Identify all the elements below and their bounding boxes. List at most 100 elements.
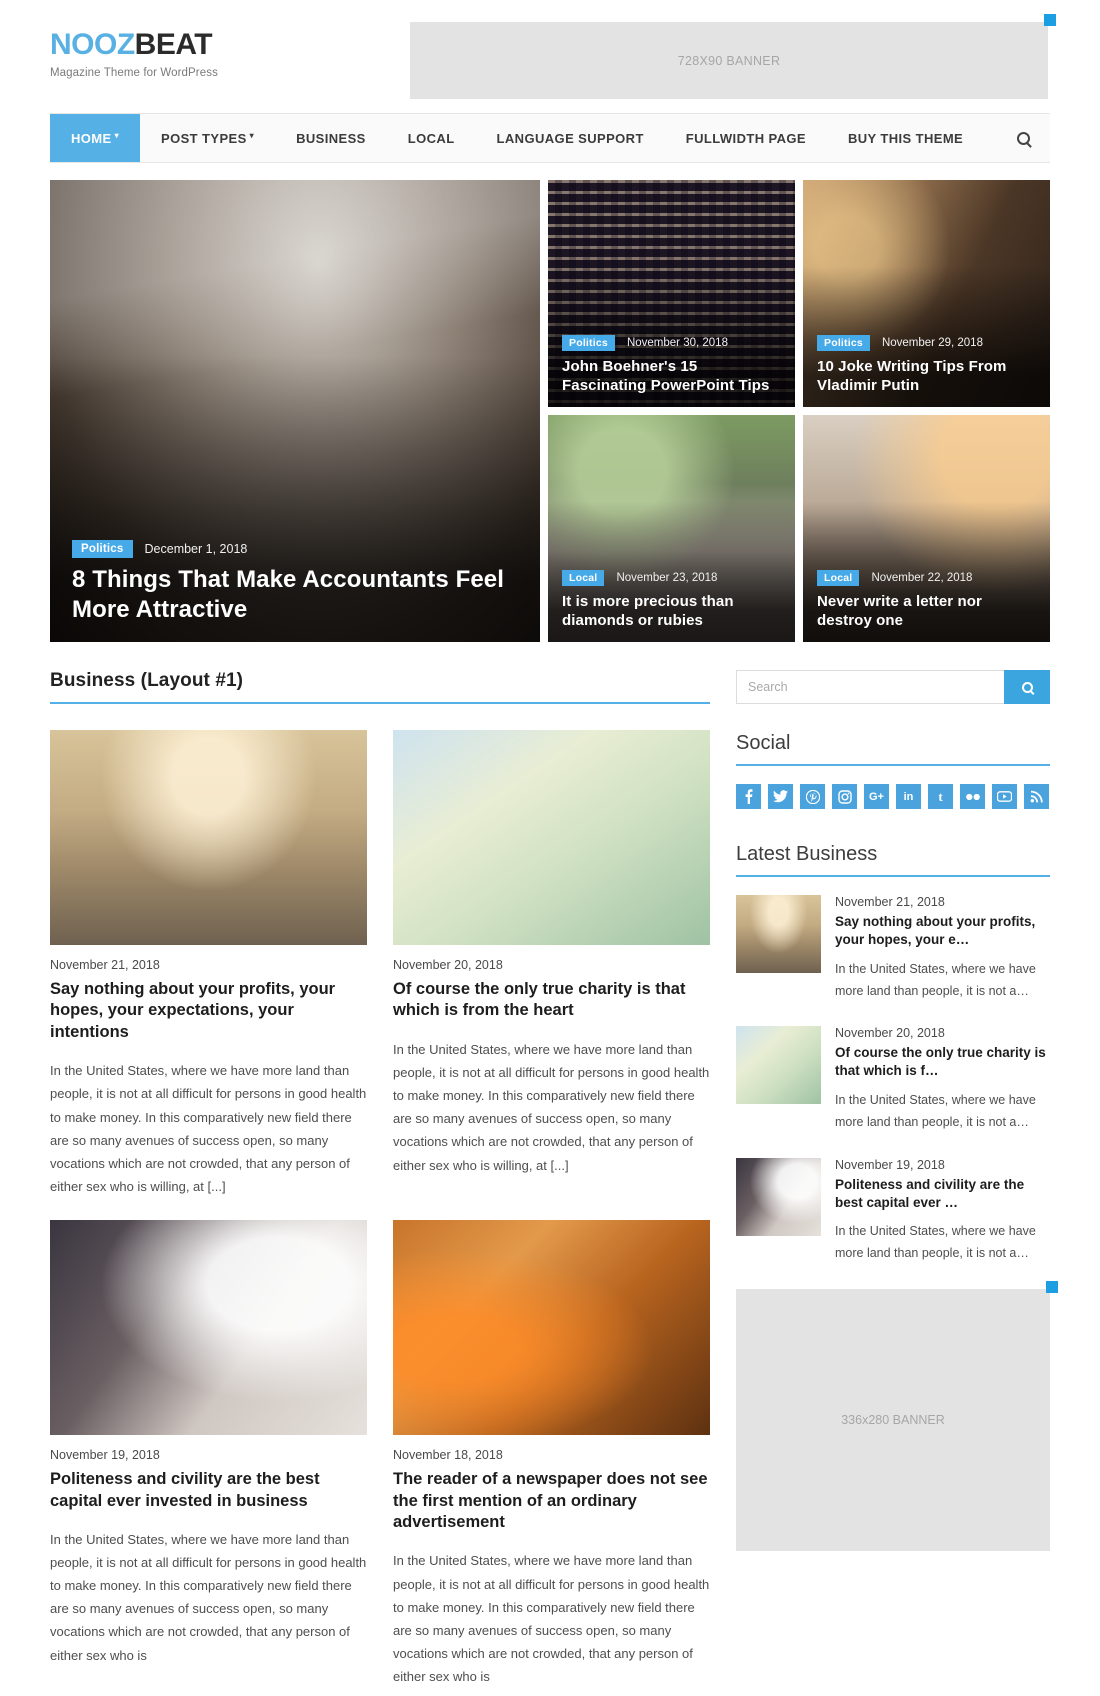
post-date: November 21, 2018 (50, 958, 160, 972)
nav-label: BUY THIS THEME (847, 130, 964, 146)
post-date: November 22, 2018 (871, 572, 973, 585)
post-title[interactable]: Politeness and civility are the best cap… (50, 1469, 367, 1512)
post-date: November 20, 2018 (835, 1026, 945, 1041)
post-image-station (50, 730, 367, 945)
google-plus-icon[interactable]: G+ (864, 784, 889, 809)
flickr-icon[interactable] (960, 784, 985, 809)
post-date: November 30, 2018 (626, 337, 728, 350)
post-thumbnail[interactable] (393, 730, 710, 945)
post-card[interactable]: November 20, 2018 Of course the only tru… (393, 730, 710, 1198)
logo-secondary: BEAT (134, 28, 213, 61)
category-badge[interactable]: Local (817, 570, 860, 587)
post-title[interactable]: Say nothing about your profits, your hop… (835, 913, 1050, 949)
post-thumbnail[interactable] (50, 730, 367, 945)
post-excerpt: In the United States, where we have more… (50, 1063, 367, 1194)
featured-main-tile[interactable]: Politics December 1, 2018 8 Things That … (50, 180, 540, 642)
category-badge[interactable]: Politics (72, 540, 133, 559)
nav-label: POST TYPES (161, 130, 247, 146)
post-title[interactable]: John Boehner's 15 Fascinating PowerPoint… (562, 358, 781, 395)
latest-post-thumbnail[interactable] (736, 895, 821, 973)
post-thumbnail[interactable] (50, 1220, 367, 1436)
post-thumbnail[interactable] (393, 1220, 710, 1436)
post-image-money (736, 1026, 821, 1105)
main-navigation: HOME ▾ POST TYPES ▾ BUSINESS LOCAL LANGUAG… (50, 113, 1050, 163)
logo-primary: NOOZ (50, 28, 135, 61)
youtube-icon[interactable] (992, 784, 1017, 809)
post-title[interactable]: Of course the only true charity is that … (835, 1044, 1050, 1080)
linkedin-icon[interactable]: in (896, 784, 921, 809)
featured-tile-3[interactable]: Local November 23, 2018 It is more preci… (548, 415, 795, 642)
widget-title-social: Social (736, 732, 1050, 766)
post-card[interactable]: November 19, 2018 Politeness and civilit… (50, 1220, 367, 1688)
post-title[interactable]: Say nothing about your profits, your hop… (50, 979, 367, 1043)
nav-label: BUSINESS (296, 130, 366, 146)
category-badge[interactable]: Local (562, 570, 605, 587)
site-header: NOOZBEAT Magazine Theme for WordPress 72… (50, 0, 1056, 113)
facebook-icon[interactable] (736, 784, 761, 809)
featured-post-title[interactable]: 8 Things That Make Accountants Feel More… (72, 565, 518, 624)
rss-icon[interactable] (1024, 784, 1049, 809)
nav-label: FULLWIDTH PAGE (685, 130, 806, 146)
post-date: November 23, 2018 (616, 572, 718, 585)
nav-label: LOCAL (407, 130, 455, 146)
social-icons: G+ in t (736, 784, 1050, 809)
post-card[interactable]: November 18, 2018 The reader of a newspa… (393, 1220, 710, 1688)
featured-tile-1[interactable]: Politics November 30, 2018 John Boehner'… (548, 180, 795, 407)
nav-item-home[interactable]: HOME ▾ (50, 114, 141, 162)
post-title[interactable]: Politeness and civility are the best cap… (835, 1176, 1050, 1212)
category-badge[interactable]: Politics (817, 335, 870, 352)
post-title[interactable]: 10 Joke Writing Tips From Vladimir Putin (817, 358, 1036, 395)
post-image-newspaper (736, 1157, 821, 1236)
nav-search-toggle[interactable] (997, 114, 1050, 162)
nav-item-buy-this-theme[interactable]: BUY THIS THEME (827, 114, 984, 162)
site-tagline: Magazine Theme for WordPress (50, 67, 218, 79)
latest-post-item[interactable]: November 20, 2018 Of course the only tru… (736, 1026, 1050, 1133)
post-title[interactable]: Of course the only true charity is that … (393, 979, 710, 1022)
post-grid: November 21, 2018 Say nothing about your… (50, 730, 710, 1688)
chevron-down-icon: ▾ (114, 130, 120, 140)
post-excerpt: In the United States, where we have more… (835, 1093, 1036, 1129)
banner-corner-marker (1046, 1281, 1058, 1294)
sidebar: Social G+ in t Latest Business Novem (736, 670, 1058, 1552)
post-title[interactable]: It is more precious than diamonds or rub… (562, 593, 781, 630)
latest-post-item[interactable]: November 19, 2018 Politeness and civilit… (736, 1157, 1050, 1265)
post-card[interactable]: November 21, 2018 Say nothing about your… (50, 730, 367, 1198)
post-date: November 29, 2018 (881, 337, 983, 350)
post-title[interactable]: Never write a letter nor destroy one (817, 593, 1036, 630)
banner-corner-marker (1044, 14, 1056, 26)
post-image-station (736, 895, 821, 973)
post-date: November 20, 2018 (393, 958, 503, 972)
featured-tile-4[interactable]: Local November 22, 2018 Never write a le… (803, 415, 1050, 642)
post-excerpt: In the United States, where we have more… (393, 1041, 710, 1173)
search-icon (1017, 131, 1030, 145)
nav-item-language-support[interactable]: LANGUAGE SUPPORT (476, 114, 665, 162)
post-date: November 19, 2018 (835, 1157, 945, 1172)
top-banner-ad[interactable]: 728X90 BANNER (410, 14, 1056, 99)
featured-tile-2[interactable]: Politics November 29, 2018 10 Joke Writi… (803, 180, 1050, 407)
search-input[interactable] (736, 670, 1004, 704)
post-title[interactable]: The reader of a newspaper does not see t… (393, 1469, 710, 1533)
nav-item-fullwidth-page[interactable]: FULLWIDTH PAGE (665, 114, 827, 162)
search-submit-button[interactable] (1004, 670, 1050, 704)
sidebar-banner-ad[interactable]: 336x280 BANNER (736, 1281, 1058, 1552)
nav-label: HOME (71, 130, 112, 146)
nav-item-business[interactable]: BUSINESS (275, 114, 387, 162)
section-title: Business (Layout #1) (50, 670, 710, 704)
latest-post-thumbnail[interactable] (736, 1157, 821, 1236)
sidebar-banner-label: 336x280 BANNER (841, 1413, 945, 1428)
post-excerpt: In the United States, where we have more… (393, 1553, 710, 1684)
site-branding[interactable]: NOOZBEAT Magazine Theme for WordPress (50, 22, 410, 80)
nav-label: LANGUAGE SUPPORT (496, 130, 644, 146)
nav-item-local[interactable]: LOCAL (387, 114, 476, 162)
twitter-icon[interactable] (768, 784, 793, 809)
latest-post-item[interactable]: November 21, 2018 Say nothing about your… (736, 895, 1050, 1002)
instagram-icon[interactable] (832, 784, 857, 809)
latest-post-thumbnail[interactable] (736, 1026, 821, 1105)
featured-posts-grid: Politics December 1, 2018 8 Things That … (50, 180, 1050, 642)
tumblr-icon[interactable]: t (928, 784, 953, 809)
category-badge[interactable]: Politics (562, 335, 615, 352)
site-logo[interactable]: NOOZBEAT (50, 30, 410, 60)
pinterest-icon[interactable] (800, 784, 825, 809)
post-date: November 18, 2018 (393, 1448, 503, 1463)
nav-item-post-types[interactable]: POST TYPES ▾ (140, 114, 275, 162)
